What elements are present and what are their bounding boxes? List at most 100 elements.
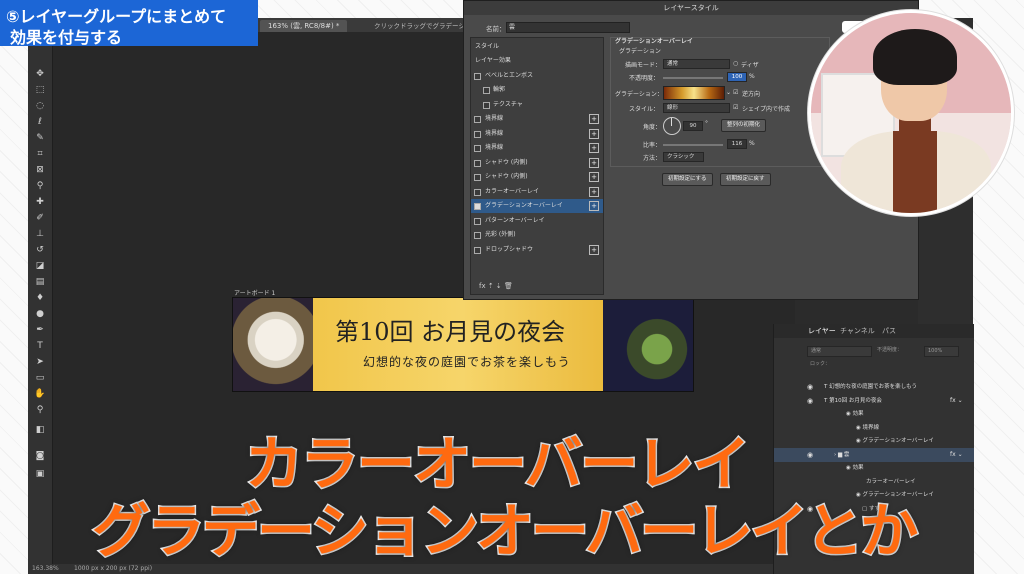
tab-channels[interactable]: チャンネル	[840, 324, 875, 338]
add-effect-icon[interactable]: +	[589, 201, 599, 211]
make-default-button[interactable]: 初期設定にする	[662, 173, 713, 186]
reverse-checkbox[interactable]: ☑	[733, 89, 738, 96]
style-item[interactable]: 境界線 +	[471, 127, 603, 141]
gradient-icon[interactable]: ▤	[33, 276, 47, 288]
style-checkbox[interactable]	[474, 188, 481, 196]
reset-alignment-button[interactable]: 整列の初期化	[721, 119, 767, 132]
style-item[interactable]: 境界線 +	[471, 141, 603, 155]
opacity-slider[interactable]	[663, 77, 723, 79]
layer-row[interactable]: ◉ › ▆ 雲 fx ⌄	[774, 447, 974, 462]
blur-icon[interactable]: ♦	[33, 292, 47, 304]
style-item[interactable]: シャドウ (内側) +	[471, 156, 603, 170]
style-item[interactable]: シャドウ (内側) +	[471, 170, 603, 184]
tab-paths[interactable]: パス	[882, 324, 896, 338]
move-icon[interactable]: ✥	[33, 68, 47, 80]
blend-kind-select[interactable]: 通常	[807, 346, 872, 357]
style-checkbox[interactable]	[483, 101, 490, 109]
zoom-level[interactable]: 163.38%	[32, 564, 59, 574]
add-effect-icon[interactable]: +	[589, 157, 599, 168]
marquee-icon[interactable]: ◌	[33, 100, 47, 112]
style-checkbox[interactable]	[474, 72, 481, 80]
layer-row[interactable]: ◉ 境界線	[774, 421, 974, 435]
document-tab[interactable]: 163% (雲, RC8/8#) *	[260, 20, 348, 32]
shape-icon[interactable]: ▭	[33, 372, 47, 384]
artboard-icon[interactable]: ⬚	[33, 84, 47, 96]
scale-slider[interactable]	[663, 144, 723, 146]
angle-dial[interactable]	[663, 117, 681, 135]
style-checkbox[interactable]	[474, 232, 481, 239]
style-checkbox[interactable]	[474, 217, 481, 225]
style-checkbox[interactable]	[474, 174, 481, 181]
align-checkbox[interactable]: ☑	[733, 104, 738, 111]
name-field[interactable]: 雲	[506, 22, 630, 33]
style-item[interactable]: ドロップシャドウ +	[471, 243, 603, 257]
style-header[interactable]: スタイル	[471, 40, 603, 54]
frame-icon[interactable]: ⊠	[33, 164, 47, 176]
add-effect-icon[interactable]: +	[589, 114, 599, 124]
history-brush-icon[interactable]: ↺	[33, 244, 47, 256]
gradient-dropdown-icon[interactable]: ⌄	[726, 89, 731, 96]
style-checkbox[interactable]	[474, 159, 481, 167]
blend-mode-select[interactable]: 通常	[663, 59, 730, 69]
lasso-icon[interactable]: ℓ	[33, 116, 47, 128]
style-checkbox[interactable]	[474, 130, 481, 138]
reset-default-button[interactable]: 初期設定に戻す	[720, 173, 771, 186]
style-checkbox[interactable]	[474, 246, 481, 254]
layer-row[interactable]: ◉ 効果	[774, 461, 974, 475]
style-item[interactable]: カラーオーバーレイ +	[471, 185, 603, 199]
stamp-icon[interactable]: ⊥	[33, 228, 47, 240]
scale-input[interactable]: 116	[727, 139, 747, 149]
type-icon[interactable]: T	[33, 340, 47, 352]
add-effect-icon[interactable]: +	[589, 172, 599, 182]
artboard[interactable]: 第10回 お月見の夜会 幻想的な夜の庭園でお茶を楽しもう	[232, 297, 694, 392]
layer-row[interactable]: ◉ 効果	[774, 407, 974, 421]
eraser-icon[interactable]: ◪	[33, 260, 47, 272]
opacity-input[interactable]: 100	[727, 72, 747, 82]
tab-layers[interactable]: レイヤー	[808, 324, 836, 338]
eyedropper-icon[interactable]: ⚲	[33, 180, 47, 192]
angle-input[interactable]: 90	[683, 121, 703, 131]
fx-icon[interactable]: fx ⌄	[950, 394, 963, 408]
dither-radio[interactable]: ○	[733, 60, 738, 67]
style-list-footer[interactable]: fx ⇡ ⇣ 🗑	[479, 282, 513, 290]
visibility-eye-icon[interactable]: ◉	[807, 394, 813, 408]
gradient-swatch[interactable]	[663, 86, 725, 100]
pen-icon[interactable]: ✒	[33, 324, 47, 336]
style-item[interactable]: 輪郭	[471, 83, 603, 97]
layer-row[interactable]: ◉ T 幻想的な夜の庭園でお茶を楽しもう	[774, 380, 974, 394]
style-item[interactable]: 境界線 +	[471, 112, 603, 126]
layer-row[interactable]: ◉ グラデーションオーバーレイ	[774, 434, 974, 448]
style-checkbox[interactable]	[474, 145, 481, 152]
visibility-eye-icon[interactable]: ◉	[807, 448, 813, 462]
hand-icon[interactable]: ✋	[33, 388, 47, 400]
dodge-icon[interactable]: ●	[33, 308, 47, 320]
healing-icon[interactable]: ✚	[33, 196, 47, 208]
crop-icon[interactable]: ⌗	[33, 148, 47, 160]
screen-mode-icon[interactable]: ▣	[33, 468, 47, 480]
style-checkbox[interactable]	[474, 203, 481, 210]
method-select[interactable]: クラシック	[663, 152, 704, 162]
style-select[interactable]: 線形	[663, 103, 730, 113]
brush-icon[interactable]: ✐	[33, 212, 47, 224]
style-checkbox[interactable]	[474, 116, 481, 123]
style-item[interactable]: ベベルとエンボス	[471, 69, 603, 83]
layer-row[interactable]: ◉ T 第10回 お月見の夜会 fx ⌄	[774, 394, 974, 408]
style-checkbox[interactable]	[483, 87, 490, 94]
style-item[interactable]: テクスチャ	[471, 98, 603, 112]
add-effect-icon[interactable]: +	[589, 128, 599, 139]
style-item[interactable]: パターンオーバーレイ	[471, 214, 603, 228]
zoom-icon[interactable]: ⚲	[33, 404, 47, 416]
layer-opacity-input[interactable]: 100%	[924, 346, 959, 357]
style-item[interactable]: グラデーションオーバーレイ +	[471, 199, 603, 213]
color-swatch-icon[interactable]: ◧	[33, 424, 47, 436]
path-select-icon[interactable]: ➤	[33, 356, 47, 368]
fx-icon[interactable]: fx ⌄	[950, 448, 963, 462]
visibility-eye-icon[interactable]: ◉	[807, 380, 813, 394]
add-effect-icon[interactable]: +	[589, 244, 599, 255]
quick-mask-icon[interactable]: ◙	[33, 450, 47, 462]
add-effect-icon[interactable]: +	[589, 186, 599, 197]
quick-select-icon[interactable]: ✎	[33, 132, 47, 144]
style-item[interactable]: レイヤー効果	[471, 54, 603, 68]
style-item[interactable]: 光彩 (外側)	[471, 228, 603, 242]
add-effect-icon[interactable]: +	[589, 143, 599, 153]
